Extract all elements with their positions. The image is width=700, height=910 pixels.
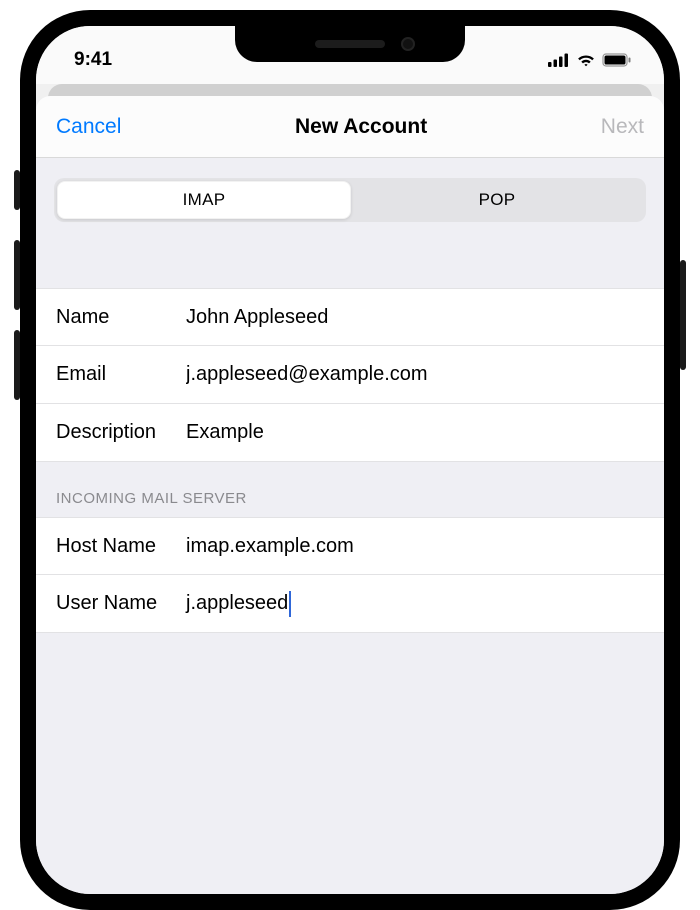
nav-title: New Account	[295, 115, 427, 139]
hostname-label: Host Name	[56, 535, 186, 558]
email-input[interactable]	[186, 363, 644, 386]
segment-imap[interactable]: IMAP	[57, 181, 351, 219]
power-button	[680, 260, 686, 370]
phone-frame: 9:41 Cancel New Account Next	[20, 10, 680, 910]
name-input[interactable]	[186, 306, 644, 329]
incoming-server-group: Host Name User Name j.appleseed	[36, 517, 664, 633]
username-label: User Name	[56, 592, 186, 615]
protocol-segmented-control[interactable]: IMAP POP	[54, 178, 646, 222]
account-info-group: Name Email Description	[36, 288, 664, 462]
volume-down-button	[14, 330, 20, 400]
volume-up-button	[14, 240, 20, 310]
wifi-icon	[576, 53, 596, 67]
description-input[interactable]	[186, 421, 644, 444]
screen: 9:41 Cancel New Account Next	[36, 26, 664, 894]
hostname-input[interactable]	[186, 535, 644, 558]
email-row[interactable]: Email	[36, 346, 664, 404]
username-row[interactable]: User Name j.appleseed	[36, 575, 664, 633]
text-cursor	[289, 591, 291, 617]
hostname-row[interactable]: Host Name	[36, 517, 664, 575]
status-time: 9:41	[74, 49, 112, 71]
username-input-wrap[interactable]: j.appleseed	[186, 591, 644, 617]
notch	[235, 26, 465, 62]
next-button[interactable]: Next	[601, 115, 644, 139]
incoming-server-header: Incoming Mail Server	[36, 462, 664, 517]
nav-bar: Cancel New Account Next	[36, 96, 664, 158]
spacer	[36, 242, 664, 288]
name-label: Name	[56, 306, 186, 329]
front-camera	[401, 37, 415, 51]
status-right	[548, 53, 632, 67]
cancel-button[interactable]: Cancel	[56, 115, 121, 139]
side-button	[14, 170, 20, 210]
description-label: Description	[56, 421, 186, 444]
email-label: Email	[56, 363, 186, 386]
name-row[interactable]: Name	[36, 288, 664, 346]
battery-icon	[602, 53, 632, 67]
segment-pop[interactable]: POP	[351, 181, 643, 219]
speaker-grille	[315, 40, 385, 48]
modal-sheet: Cancel New Account Next IMAP POP Name Em…	[36, 96, 664, 894]
description-row[interactable]: Description	[36, 404, 664, 462]
cellular-signal-icon	[548, 53, 570, 67]
username-value: j.appleseed	[186, 592, 288, 615]
protocol-segment-wrap: IMAP POP	[36, 158, 664, 242]
